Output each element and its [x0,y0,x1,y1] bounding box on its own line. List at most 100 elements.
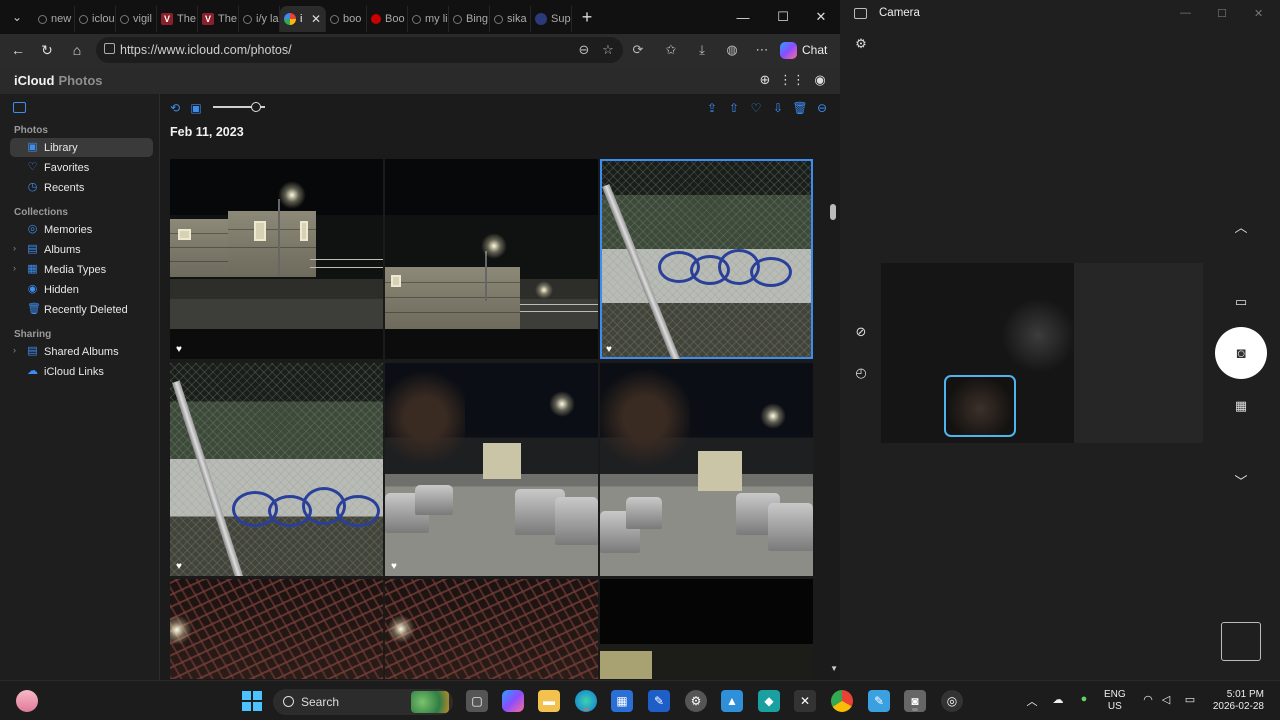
home-button[interactable]: ⌂ [62,35,92,65]
photo-thumbnail[interactable] [170,579,383,679]
sidebar-toggle-icon[interactable] [13,102,26,113]
maximize-button[interactable]: ☐ [1217,7,1227,20]
photo-thumbnail[interactable]: ♥ [170,363,383,576]
browser-tab-active[interactable]: i ✕ [280,6,326,32]
edge-browser-icon[interactable] [575,690,597,712]
clock[interactable]: 5:01 PM 2026-02-28 [1206,689,1264,713]
account-icon[interactable]: ◉ [810,70,830,90]
url-field[interactable]: https://www.icloud.com/photos/ [96,37,623,63]
download-cloud-icon[interactable]: ⇩ [770,100,786,116]
browser-tab[interactable]: V The [157,6,198,32]
start-button[interactable] [241,690,263,712]
copilot-chat-button[interactable]: Chat [780,39,827,61]
task-view-icon[interactable]: ▢ [466,690,488,712]
photo-thumbnail[interactable] [600,363,813,576]
sidebar-item-media-types[interactable]: › ▦ Media Types [10,260,153,279]
browser-tab[interactable]: i/y la [239,6,280,32]
timer-off-icon[interactable]: ◴ [853,365,869,381]
sidebar-item-library[interactable]: ▣ Library [10,138,153,157]
browser-tab[interactable]: V The [198,6,239,32]
photo-shutter-button[interactable]: ◙ [1215,327,1267,379]
chevron-up-icon[interactable]: ︿ [1233,218,1249,235]
sidebar-item-shared-albums[interactable]: › ▤ Shared Albums [10,342,153,361]
favorite-star-icon[interactable]: ☆ [596,38,620,62]
last-capture-thumbnail[interactable] [1221,622,1261,661]
photo-thumbnail[interactable]: ♥ [385,363,598,576]
photo-thumbnail[interactable]: ♥ [170,159,383,359]
photos-app-icon[interactable]: ▲ [721,690,743,712]
sidebar-item-icloud-links[interactable]: ☁ iCloud Links [10,362,153,381]
chevron-up-icon[interactable]: ︿ [1024,693,1040,709]
photo-thumbnail[interactable] [385,159,598,359]
vs-code-icon[interactable]: ✎ [648,690,670,712]
maximize-button[interactable]: ☐ [764,0,802,34]
scrollbar-thumb[interactable] [830,204,836,220]
sidebar-item-favorites[interactable]: ♡ Favorites [10,158,153,177]
file-explorer-icon[interactable]: ▬ [538,690,560,712]
minimize-button[interactable]: — [1180,7,1191,19]
upload-icon[interactable]: ⇪ [704,100,720,116]
language-indicator[interactable]: ENG US [1104,689,1126,713]
scroll-down-arrow[interactable]: ▼ [830,664,838,673]
store-icon[interactable]: ▦ [611,690,633,712]
rotate-icon[interactable]: ⟲ [167,100,183,116]
share-icon[interactable]: ⇧ [726,100,742,116]
taskbar-search[interactable]: Search [273,689,453,715]
paint-icon[interactable]: ✎ [868,690,890,712]
microphone-icon[interactable]: ● [1076,693,1092,709]
sidebar-item-hidden[interactable]: ◉ Hidden [10,280,153,299]
close-window-button[interactable]: ✕ [802,0,840,34]
back-button[interactable]: ← [3,35,33,65]
more-options-icon[interactable]: ⊖ [814,100,830,116]
sidebar-item-memories[interactable]: ◎ Memories [10,220,153,239]
icloud-logo[interactable]: iCloud [14,73,54,88]
battery-icon[interactable]: ▭ [1182,693,1198,709]
photo-thumbnail-selected[interactable]: ♥ [600,159,813,359]
volume-icon[interactable]: ◁ [1158,693,1174,709]
browser-tab[interactable]: new [34,6,75,32]
browser-tab[interactable]: vigil [116,6,157,32]
browser-tab[interactable]: my li [408,6,449,32]
settings-icon[interactable]: ⚙ [685,690,707,712]
sidebar-item-recents[interactable]: ◷ Recents [10,178,153,197]
qr-scan-icon[interactable]: ▦ [1233,398,1249,414]
add-icon[interactable]: ⊕ [755,70,775,90]
minimize-button[interactable]: — [724,0,762,34]
selfie-thumbnail[interactable] [944,375,1016,437]
sidebar-item-recently-deleted[interactable]: 🗑 Recently Deleted [10,300,153,319]
browser-tab[interactable]: sika [490,6,531,32]
wifi-icon[interactable]: ◠ [1140,693,1156,709]
chevron-right-icon[interactable]: › [13,263,16,273]
browser-tab[interactable]: boo [326,6,367,32]
slider-knob[interactable] [251,102,261,112]
copilot-icon[interactable] [502,690,524,712]
chevron-right-icon[interactable]: › [13,345,16,355]
browser-tab[interactable]: Sup [531,6,572,32]
close-tab-icon[interactable]: ✕ [311,12,321,26]
zoom-slider[interactable] [213,102,265,112]
photo-thumbnail[interactable] [385,579,598,679]
photo-thumbnail[interactable] [600,579,813,679]
chevron-right-icon[interactable]: › [13,243,16,253]
app-icon[interactable]: ◆ [758,690,780,712]
select-grid-icon[interactable]: ▣ [188,100,204,116]
capcut-icon[interactable]: ✕ [794,690,816,712]
extensions-icon[interactable]: ⟳ [626,38,650,62]
delete-trash-icon[interactable]: 🗑 [792,100,808,116]
obs-record-icon[interactable]: ◎ [941,690,963,712]
close-window-button[interactable]: ✕ [1254,7,1263,20]
browser-tab[interactable]: iclou [75,6,116,32]
widgets-icon[interactable] [16,690,38,712]
browser-tab[interactable]: Boo [367,6,408,32]
download-icon[interactable]: ⤓ [690,38,714,62]
settings-gear-icon[interactable]: ⚙ [853,36,869,52]
hdr-off-icon[interactable]: ⊘ [853,324,869,340]
profile-globe-icon[interactable]: ◍ [720,38,744,62]
favorites-bar-icon[interactable]: ✩ [659,38,683,62]
refresh-button[interactable]: ↻ [32,35,62,65]
favorite-heart-icon[interactable]: ♡ [748,100,764,116]
chrome-icon[interactable] [831,690,853,712]
camera-app-icon[interactable]: ◙ [904,690,926,712]
sidebar-item-albums[interactable]: › ▤ Albums [10,240,153,259]
zoom-out-icon[interactable]: ⊖ [572,38,596,62]
